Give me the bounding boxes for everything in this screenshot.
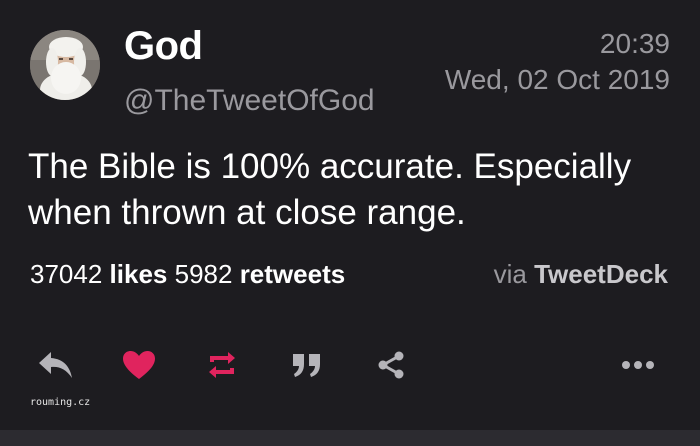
- share-icon: [378, 351, 404, 379]
- tweet-stats: 37042 likes 5982 retweets: [30, 259, 345, 290]
- likes-count: 37042: [30, 259, 103, 289]
- tweet-time: 20:39: [599, 28, 670, 59]
- via-client-name[interactable]: TweetDeck: [534, 259, 668, 289]
- via-client: via TweetDeck: [494, 259, 668, 290]
- more-icon: [622, 361, 654, 369]
- tweet-card: God @TheTweetOfGod 20:39 Wed, 02 Oct 201…: [0, 0, 700, 430]
- bottom-divider: [0, 430, 700, 446]
- via-prefix: via: [493, 259, 527, 289]
- user-handle[interactable]: @TheTweetOfGod: [124, 84, 375, 118]
- display-name[interactable]: God: [124, 24, 203, 69]
- retweets-count: 5982: [174, 259, 233, 289]
- heart-icon: [123, 351, 155, 379]
- reply-icon: [39, 352, 72, 378]
- tweet-text: The Bible is 100% accurate. Especially w…: [28, 147, 632, 232]
- reply-button[interactable]: [36, 345, 76, 385]
- tweet-date: Wed, 02 Oct 2019: [444, 64, 670, 95]
- retweet-icon: [209, 352, 235, 378]
- more-button[interactable]: [618, 345, 658, 385]
- share-button[interactable]: [371, 345, 411, 385]
- likes-label[interactable]: likes: [110, 259, 168, 289]
- retweet-button[interactable]: [202, 345, 242, 385]
- retweets-label[interactable]: retweets: [240, 259, 346, 289]
- quote-icon: [293, 354, 320, 377]
- like-button[interactable]: [119, 345, 159, 385]
- quote-button[interactable]: [287, 345, 327, 385]
- avatar[interactable]: [30, 30, 100, 100]
- watermark: rouming.cz: [30, 397, 91, 408]
- avatar-image: [30, 30, 100, 100]
